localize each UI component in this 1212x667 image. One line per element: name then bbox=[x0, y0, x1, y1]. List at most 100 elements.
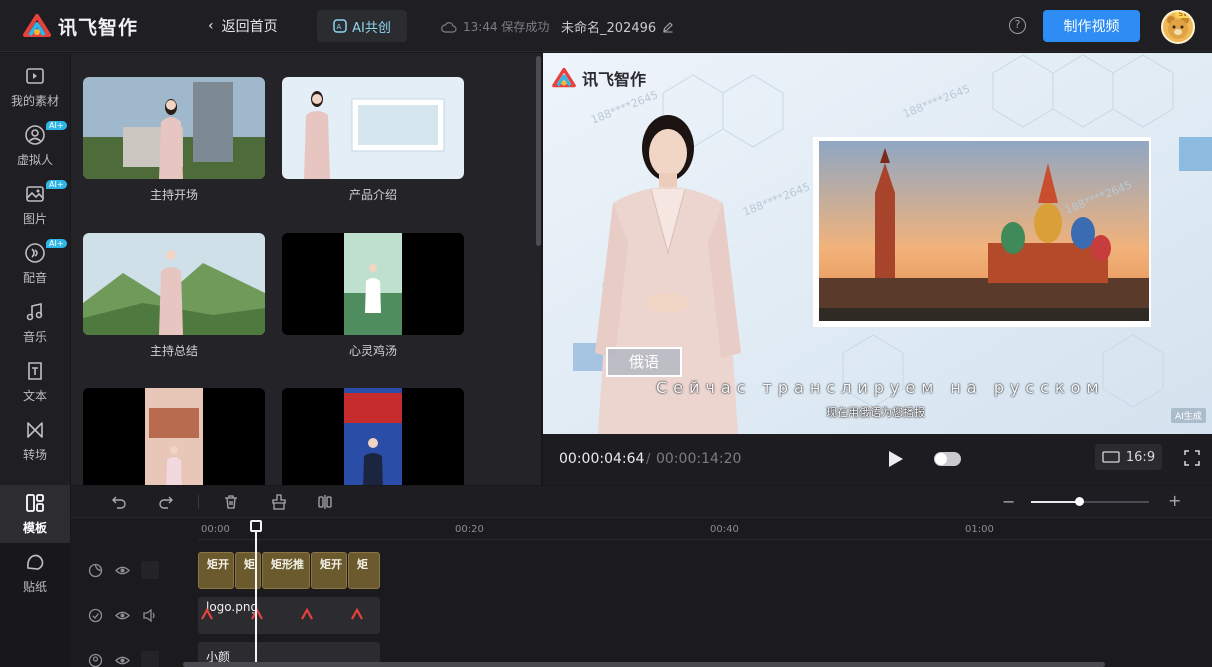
svg-text:A: A bbox=[337, 23, 342, 31]
sidebar-item-label: 模板 bbox=[22, 521, 47, 535]
template-icon bbox=[26, 494, 44, 512]
logo-clip[interactable]: logo.png bbox=[198, 597, 380, 634]
sidebar-item-transition[interactable]: 转场 bbox=[0, 412, 70, 470]
thumbnail-vertical-shop bbox=[83, 388, 265, 485]
template-card[interactable]: 主持开场 bbox=[83, 77, 265, 203]
language-tag: 俄语 bbox=[606, 347, 682, 377]
template-card[interactable] bbox=[282, 388, 464, 485]
user-avatar[interactable]: SVIP bbox=[1161, 10, 1195, 44]
thumbnail-host-opening bbox=[83, 77, 265, 179]
eye-icon[interactable] bbox=[115, 653, 130, 667]
split-icon[interactable] bbox=[317, 494, 333, 510]
help-icon[interactable]: ? bbox=[1009, 17, 1026, 34]
timeline: − + 00:00 00:20 00:40 01:00 矩开 矩 矩形推 矩开 … bbox=[71, 486, 1212, 667]
track-header-template bbox=[71, 552, 198, 590]
fullscreen-icon[interactable] bbox=[1184, 450, 1200, 466]
template-card[interactable] bbox=[83, 388, 265, 485]
sidebar-item-my-assets[interactable]: 我的素材 bbox=[0, 58, 70, 116]
play-icon[interactable] bbox=[887, 449, 905, 469]
template-panel: 主持开场 产品介绍 主持总结 心灵鸡汤 bbox=[71, 53, 541, 485]
template-label: 心灵鸡汤 bbox=[348, 344, 397, 358]
ai-icon: A bbox=[333, 19, 347, 33]
ruler-tick: 00:00 bbox=[201, 524, 230, 535]
thumbnail-product-intro bbox=[282, 77, 464, 179]
sidebar-item-virtual-human[interactable]: 虚拟人 AI+ bbox=[0, 117, 70, 175]
volume-icon[interactable] bbox=[142, 608, 157, 623]
sidebar-item-label: 虚拟人 bbox=[16, 153, 53, 167]
playhead-handle[interactable] bbox=[250, 520, 262, 532]
document-name[interactable]: 未命名_202496 bbox=[561, 17, 674, 36]
template-thumbnail bbox=[83, 77, 265, 179]
zoom-slider-fill bbox=[1031, 501, 1079, 503]
logo-text: 讯飞智作 bbox=[58, 16, 139, 39]
sidebar-item-text[interactable]: 文本 bbox=[0, 353, 70, 411]
template-thumbnail bbox=[83, 388, 265, 485]
template-clip[interactable]: 矩形推 bbox=[262, 552, 310, 589]
ai-plus-badge: AI+ bbox=[46, 121, 67, 130]
time-ruler[interactable]: 00:00 00:20 00:40 01:00 bbox=[198, 518, 1212, 540]
ai-cocreate-button[interactable]: A AI共创 bbox=[317, 10, 407, 42]
chevron-left-icon: ‹ bbox=[208, 18, 214, 34]
sidebar-item-template[interactable]: 模板 bbox=[0, 485, 70, 543]
top-bar: 讯飞智作 ‹ 返回首页 A AI共创 13:44 保存成功 未命名_202496… bbox=[0, 0, 1212, 52]
zoom-slider-knob[interactable] bbox=[1075, 497, 1084, 506]
template-card[interactable]: 产品介绍 bbox=[282, 77, 464, 203]
aspect-ratio-button[interactable]: 16:9 bbox=[1095, 444, 1162, 470]
track-lock-slot[interactable] bbox=[141, 651, 159, 667]
editor-app: 讯飞智作 ‹ 返回首页 A AI共创 13:44 保存成功 未命名_202496… bbox=[0, 0, 1212, 667]
edit-pencil-icon[interactable] bbox=[662, 21, 674, 33]
sidebar-item-label: 配音 bbox=[22, 271, 47, 285]
sidebar-item-label: 我的素材 bbox=[10, 94, 59, 108]
sidebar-item-label: 音乐 bbox=[22, 330, 47, 344]
sticker-track-icon bbox=[88, 563, 103, 578]
timeline-toolbar: − + bbox=[71, 486, 1212, 518]
template-card[interactable]: 主持总结 bbox=[83, 233, 265, 359]
ai-generated-mark: AI生成 bbox=[1171, 408, 1206, 423]
eye-icon[interactable] bbox=[115, 608, 130, 623]
sidebar-item-label: 文本 bbox=[22, 389, 47, 403]
voice-icon bbox=[25, 243, 45, 263]
thumbnail-host-summary bbox=[83, 233, 265, 335]
ai-cocreate-label: AI共创 bbox=[352, 20, 391, 36]
template-clip[interactable]: 矩 bbox=[235, 552, 261, 589]
zoom-out-button[interactable]: − bbox=[1002, 492, 1015, 511]
template-clip[interactable]: 矩开 bbox=[198, 552, 234, 589]
template-thumbnail bbox=[282, 388, 464, 485]
delete-icon[interactable] bbox=[223, 494, 239, 510]
template-label: 主持开场 bbox=[149, 188, 198, 202]
redo-icon[interactable] bbox=[158, 494, 174, 510]
back-home-button[interactable]: ‹ 返回首页 bbox=[208, 16, 278, 36]
back-home-label: 返回首页 bbox=[221, 19, 278, 35]
sidebar-item-images[interactable]: 图片 AI+ bbox=[0, 176, 70, 234]
sidebar-item-voiceover[interactable]: 配音 AI+ bbox=[0, 235, 70, 293]
logo-thumbnails bbox=[201, 607, 363, 620]
sidebar-item-label: 贴纸 bbox=[22, 580, 47, 594]
preview-toggle[interactable] bbox=[934, 452, 961, 466]
video-preview: 讯飞智作 188****2645 188****2645 188****2645… bbox=[543, 53, 1212, 434]
template-scrollbar[interactable] bbox=[536, 56, 541, 246]
subtitle-chinese: 现在用俄语为您播报 bbox=[826, 406, 925, 419]
track-lock-slot[interactable] bbox=[141, 561, 159, 579]
clear-icon[interactable] bbox=[271, 494, 287, 510]
sidebar-item-label: 图片 bbox=[22, 212, 47, 226]
folder-icon bbox=[26, 68, 44, 84]
template-clip[interactable]: 矩开 bbox=[311, 552, 347, 589]
playhead-line[interactable] bbox=[255, 520, 257, 667]
timeline-scrollbar[interactable] bbox=[183, 662, 1105, 667]
make-video-button[interactable]: 制作视频 bbox=[1043, 10, 1140, 42]
zoom-in-button[interactable]: + bbox=[1168, 491, 1181, 510]
ruler-tick: 00:40 bbox=[710, 524, 739, 535]
transition-icon bbox=[27, 422, 43, 438]
ruler-tick: 01:00 bbox=[965, 524, 994, 535]
template-clip[interactable]: 矩 bbox=[348, 552, 380, 589]
person-icon bbox=[25, 125, 45, 145]
image-icon bbox=[26, 186, 44, 202]
zoom-slider[interactable] bbox=[1031, 497, 1149, 506]
sidebar-item-music[interactable]: 音乐 bbox=[0, 294, 70, 352]
template-card[interactable]: 心灵鸡汤 bbox=[282, 233, 464, 359]
undo-icon[interactable] bbox=[111, 494, 127, 510]
sidebar-item-sticker[interactable]: 贴纸 bbox=[0, 544, 70, 602]
save-status-text: 13:44 保存成功 bbox=[463, 20, 550, 34]
track-header-logo bbox=[71, 597, 198, 635]
eye-icon[interactable] bbox=[115, 563, 130, 578]
